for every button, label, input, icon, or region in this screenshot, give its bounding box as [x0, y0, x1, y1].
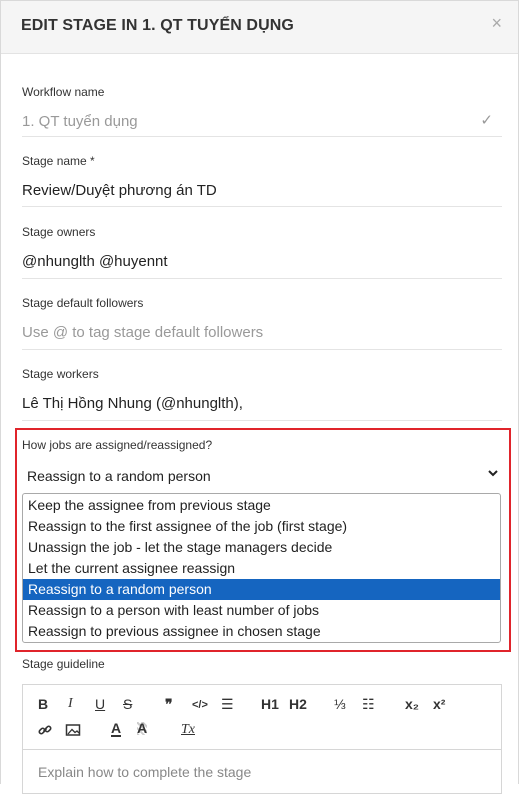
heading-1-icon[interactable]: H1: [261, 696, 279, 712]
quote-icon[interactable]: ❞: [165, 696, 173, 712]
stage-name-label: Stage name *: [22, 154, 95, 168]
clear-format-icon[interactable]: Tx: [181, 722, 195, 738]
strikethrough-icon[interactable]: S: [123, 696, 132, 712]
bullet-list-icon[interactable]: ☷: [362, 696, 375, 712]
workflow-name-value: 1. QT tuyển dụng: [22, 113, 138, 130]
close-icon[interactable]: ×: [491, 13, 502, 33]
guideline-editor: B I U S ❞ </> ☰ H1 H2 ⅓ ☷ x₂ x² A A Tx E…: [22, 684, 502, 794]
heading-2-icon[interactable]: H2: [289, 696, 307, 712]
italic-icon[interactable]: I: [68, 696, 73, 712]
workflow-name-field: Workflow name 1. QT tuyển dụng ✓: [22, 85, 502, 137]
stage-owners-field: Stage owners @nhunglth @huyennt: [22, 225, 502, 279]
subscript-icon[interactable]: x₂: [405, 696, 419, 712]
ordered-list-icon[interactable]: ⅓: [334, 696, 346, 712]
stage-owners-underline: [22, 278, 502, 279]
guideline-input[interactable]: Explain how to complete the stage: [38, 764, 251, 780]
underline-icon[interactable]: U: [95, 696, 105, 712]
link-icon[interactable]: [37, 722, 53, 742]
stage-default-followers-label: Stage default followers: [22, 296, 144, 310]
superscript-icon[interactable]: x²: [433, 696, 445, 712]
text-color-icon[interactable]: A: [111, 721, 122, 737]
stage-name-input[interactable]: Review/Duyệt phương án TD: [22, 182, 217, 199]
stage-owners-label: Stage owners: [22, 225, 96, 239]
stage-name-underline: [22, 206, 502, 207]
dialog-header: EDIT STAGE IN 1. QT TUYỂN DỤNG ×: [1, 1, 518, 54]
stage-owners-input[interactable]: @nhunglth @huyennt: [22, 253, 168, 270]
bold-icon[interactable]: B: [38, 696, 48, 712]
code-icon[interactable]: </>: [192, 697, 208, 713]
stage-default-followers-input[interactable]: Use @ to tag stage default followers: [22, 324, 263, 341]
stage-guideline-label: Stage guideline: [22, 657, 105, 671]
workflow-name-underline: [22, 136, 502, 137]
check-icon: ✓: [480, 112, 493, 129]
workflow-name-label: Workflow name: [22, 85, 105, 99]
editor-divider: [23, 749, 501, 750]
stage-guideline-field: Stage guideline: [22, 657, 502, 673]
stage-workers-label: Stage workers: [22, 367, 99, 381]
stage-default-followers-field: Stage default followers Use @ to tag sta…: [22, 296, 502, 350]
align-icon[interactable]: ☰: [221, 696, 234, 712]
dialog-title: EDIT STAGE IN 1. QT TUYỂN DỤNG: [21, 17, 294, 34]
edit-stage-dialog: EDIT STAGE IN 1. QT TUYỂN DỤNG × Workflo…: [0, 0, 519, 794]
highlight-color-icon[interactable]: A: [137, 721, 148, 735]
assignment-highlight-box: [15, 428, 511, 652]
image-icon[interactable]: [65, 722, 81, 741]
stage-workers-underline: [22, 420, 502, 421]
stage-workers-field: Stage workers Lê Thị Hồng Nhung (@nhungl…: [22, 367, 502, 421]
stage-default-followers-underline: [22, 349, 502, 350]
stage-workers-input[interactable]: Lê Thị Hồng Nhung (@nhunglth),: [22, 395, 243, 412]
stage-name-field: Stage name * Review/Duyệt phương án TD: [22, 154, 502, 208]
